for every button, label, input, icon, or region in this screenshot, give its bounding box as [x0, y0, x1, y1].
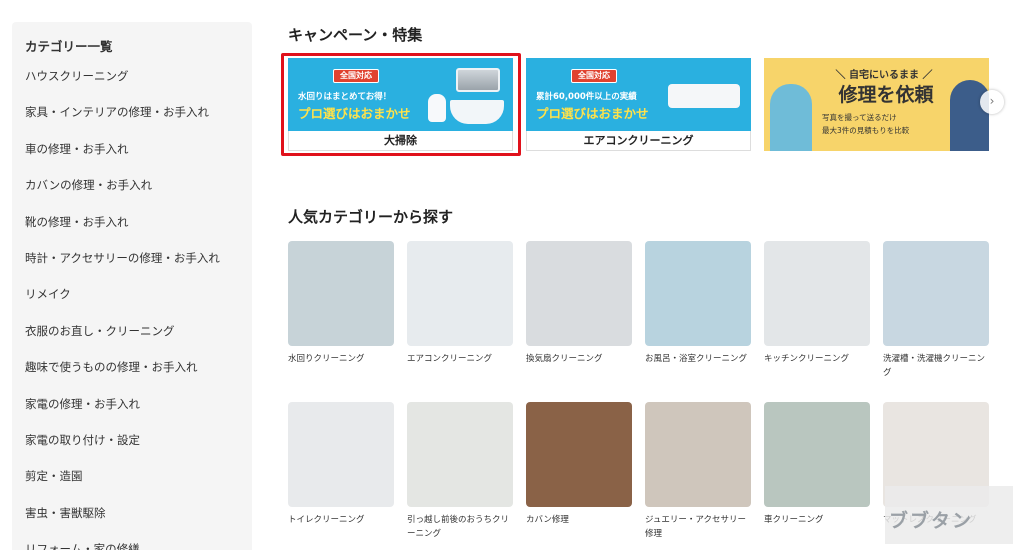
sidebar-item-furniture[interactable]: 家具・インテリアの修理・お手入れ [25, 104, 252, 140]
category-card[interactable]: お風呂・浴室クリーニング [645, 241, 751, 366]
category-photo [764, 402, 870, 507]
banner-tagline: 水回りはまとめてお得！ [298, 92, 392, 102]
chevron-right-icon: › [989, 94, 995, 108]
sidebar-item-shoes[interactable]: 靴の修理・お手入れ [25, 214, 252, 250]
sidebar-item-remake[interactable]: リメイク [25, 286, 252, 322]
craftsman-illustration-icon [950, 80, 989, 151]
sidebar-item-reform[interactable]: リフォーム・家の修繕 [25, 541, 252, 550]
category-card[interactable]: 水回りクリーニング [288, 241, 394, 366]
category-card[interactable]: トイレクリーニング [288, 402, 394, 527]
category-photo [526, 241, 632, 346]
category-card[interactable]: 引っ越し前後のおうちクリーニング [407, 402, 513, 541]
category-label: 引っ越し前後のおうちクリーニング [407, 515, 510, 539]
category-label: カバン修理 [526, 515, 569, 525]
category-photo [407, 402, 513, 507]
category-label: キッチンクリーニング [764, 354, 850, 364]
category-photo [288, 402, 394, 507]
sidebar-item-car[interactable]: 車の修理・お手入れ [25, 141, 252, 177]
category-card[interactable]: 車クリーニング [764, 402, 870, 527]
banner-sub-compare: 最大3件の見積もりを比較 [822, 126, 910, 135]
sidebar-title: カテゴリー一覧 [25, 39, 113, 54]
category-label: エアコンクリーニング [407, 354, 493, 364]
category-card[interactable]: 洗濯槽・洗濯機クリーニング [883, 241, 989, 380]
category-photo [764, 241, 870, 346]
category-photo [288, 241, 394, 346]
category-photo [526, 402, 632, 507]
category-label: 洗濯槽・洗濯機クリーニング [883, 354, 986, 378]
category-card[interactable]: 換気扇クリーニング [526, 241, 632, 366]
banner-sub-photo: 写真を撮って送るだけ [822, 113, 897, 122]
category-photo [645, 402, 751, 507]
category-label: 水回りクリーニング [288, 354, 365, 364]
campaign-banner-osouji[interactable]: 全国対応 水回りはまとめてお得！ プロ選びはおまかせ 大掃除 [288, 58, 513, 151]
category-photo [883, 241, 989, 346]
sidebar-item-appliance-repair[interactable]: 家電の修理・お手入れ [25, 396, 252, 432]
sidebar-item-house-cleaning[interactable]: ハウスクリーニング [25, 68, 252, 104]
sidebar-item-pest[interactable]: 害虫・害獣駆除 [25, 505, 252, 541]
category-label: トイレクリーニング [288, 515, 365, 525]
toilet-icon [428, 94, 446, 122]
carousel-next-button[interactable]: › [980, 90, 1004, 114]
category-label: ジュエリー・アクセサリー修理 [645, 515, 746, 539]
banner-head: ＼ 自宅にいるまま ／ [835, 70, 933, 81]
sidebar-item-appliance-install[interactable]: 家電の取り付け・設定 [25, 432, 252, 468]
category-card[interactable]: ジュエリー・アクセサリー修理 [645, 402, 751, 541]
banner-caption: 大掃除 [288, 131, 513, 151]
campaign-banner-repair-request[interactable]: ＼ 自宅にいるまま ／ 修理を依頼 写真を撮って送るだけ 最大3件の見積もりを比… [764, 58, 989, 151]
banner-badge: 全国対応 [333, 69, 379, 83]
category-card[interactable]: キッチンクリーニング [764, 241, 870, 366]
category-label: 換気扇クリーニング [526, 354, 603, 364]
sidebar-item-watch[interactable]: 時計・アクセサリーの修理・お手入れ [25, 250, 252, 286]
air-conditioner-icon [668, 84, 740, 108]
woman-illustration-icon [770, 84, 812, 151]
banner-headline: プロ選びはおまかせ [536, 106, 649, 121]
watermark-logo: ブブタン [885, 486, 1013, 544]
category-label: お風呂・浴室クリーニング [645, 354, 748, 364]
category-label: 車クリーニング [764, 515, 824, 525]
campaign-section-title: キャンペーン・特集 [288, 26, 423, 44]
banner-image: ＼ 自宅にいるまま ／ 修理を依頼 写真を撮って送るだけ 最大3件の見積もりを比… [764, 58, 989, 151]
banner-headline: プロ選びはおまかせ [298, 106, 411, 121]
sidebar-item-garden[interactable]: 剪定・造園 [25, 468, 252, 504]
sidebar-item-clothes[interactable]: 衣服のお直し・クリーニング [25, 323, 252, 359]
banner-headline: 修理を依頼 [838, 84, 934, 106]
category-sidebar: カテゴリー一覧 ハウスクリーニング 家具・インテリアの修理・お手入れ 車の修理・… [12, 22, 252, 550]
banner-caption: エアコンクリーニング [526, 131, 751, 151]
category-card[interactable]: カバン修理 [526, 402, 632, 527]
banner-tagline: 累計60,000件以上の実績 [536, 92, 637, 102]
campaign-banner-aircon[interactable]: 全国対応 累計60,000件以上の実績 プロ選びはおまかせ エアコンクリーニング [526, 58, 751, 151]
category-photo [645, 241, 751, 346]
sink-icon [456, 68, 500, 92]
sidebar-item-bag[interactable]: カバンの修理・お手入れ [25, 177, 252, 213]
banner-badge: 全国対応 [571, 69, 617, 83]
category-photo [407, 241, 513, 346]
popular-section-title: 人気カテゴリーから探す [288, 208, 454, 226]
bathtub-icon [450, 100, 504, 124]
sidebar-item-hobby[interactable]: 趣味で使うものの修理・お手入れ [25, 359, 252, 395]
banner-image: 全国対応 水回りはまとめてお得！ プロ選びはおまかせ [288, 58, 513, 131]
banner-image: 全国対応 累計60,000件以上の実績 プロ選びはおまかせ [526, 58, 751, 131]
category-card[interactable]: エアコンクリーニング [407, 241, 513, 366]
